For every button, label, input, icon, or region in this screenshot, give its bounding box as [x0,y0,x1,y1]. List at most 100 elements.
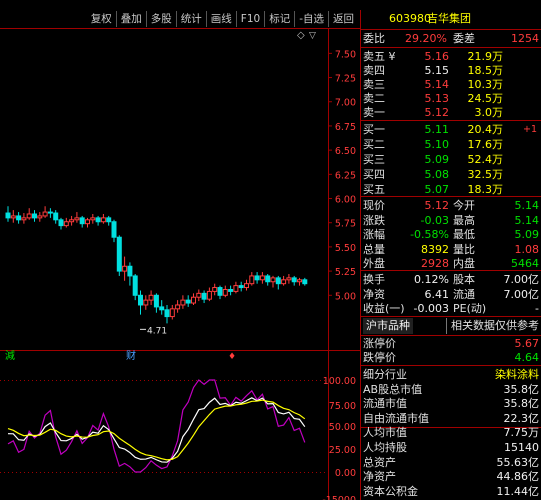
stat-label: 内盘 [453,257,475,270]
osc-axis-label: 100.00 [323,376,356,387]
stat-label: 外盘 [363,257,385,270]
osc-axis-label: 25.00 [329,445,356,456]
info-value: 35.8亿 [503,382,540,396]
buy-level-label: 买四 [363,168,385,181]
limit-value: 4.64 [514,351,540,364]
sell-row[interactable]: 卖二 5.13 24.5万 [361,92,541,106]
price-axis-label: 5.00 [335,291,356,302]
market-tab-row: 沪市品种 相关数据仅供参考 [361,318,541,334]
buy-level-label: 买五 [363,183,385,196]
info-label: 人均市值 [363,426,407,440]
sell-level-label: 卖四 [363,64,385,77]
toolbar-button[interactable]: 统计 [177,11,207,27]
limit-label: 涨停价 [363,337,396,350]
candle-body [259,275,265,281]
candle-body [37,215,43,219]
candle-body [106,217,112,223]
candle-body [222,288,228,296]
buy-volume: 20.4万 [467,123,504,136]
stat-value: 2928 [421,257,449,270]
stat-label: 换手 [363,273,385,286]
low-price-label: 4.71 [147,326,167,336]
sell-level-label: 卖二 [363,92,385,105]
tab-market[interactable]: 沪市品种 [363,318,413,334]
stock-name: 吉华集团 [427,12,471,25]
sell-row[interactable]: 卖一 5.12 3.0万 [361,106,541,120]
toolbar-button[interactable]: -自选 [295,11,329,27]
candle-body [32,213,37,219]
sell-row[interactable]: 卖三 5.14 10.3万 [361,78,541,92]
buy-volume: 18.3万 [467,183,504,196]
buy-volume: 17.6万 [467,138,504,151]
info-value: 染料涂料 [495,368,539,381]
stat-value: 5.12 [424,199,450,212]
buy-row[interactable]: 买三 5.09 52.4万 [361,153,541,167]
sell-level-label: 卖一 [363,106,385,119]
info-row: 自由流通市值 22.3亿 [361,412,541,426]
toolbar-button[interactable]: 画线 [207,11,237,27]
chart-toolbar: 复权 叠加 多股 统计 画线 F10 标记 -自选 返回 [0,10,360,28]
toolbar-button[interactable]: 多股 [147,11,177,27]
nav-down-icon: ▽ [309,31,316,41]
stat-value: 1.08 [514,242,540,256]
price-axis-label: 5.75 [335,219,356,230]
price-axis-label: 6.25 [335,170,356,181]
kline-chart[interactable]: ◇ ▽7.507.257.006.756.506.256.005.755.505.… [0,28,361,500]
toolbar-button[interactable]: 返回 [329,11,358,27]
buy-row[interactable]: 买一 5.11 20.4万 +1 [361,123,541,137]
stat-row: 现价 5.12 今开 5.14 [361,199,541,213]
candle-body [164,309,170,318]
candle-body [302,279,308,285]
candle-body [21,217,27,221]
stat-value: 7.00亿 [503,287,540,301]
price-axis-label: 5.50 [335,243,356,254]
candle-body [10,215,16,219]
candle-body [153,294,159,308]
sell-level-label: 卖五 ¥ [363,50,396,63]
info-value: 35.8亿 [503,397,540,411]
weibi-row: 委比 29.20% 委差 1254 [361,32,541,46]
stat-value: -0.03 [420,213,449,227]
stat-label: 最高 [453,213,475,227]
stat-label: 现价 [363,199,385,212]
buy-level-label: 买二 [363,138,385,151]
info-row: 人均市值 7.75万 [361,426,541,440]
osc-line-d [7,399,306,461]
candle-body [79,217,85,225]
sell-row[interactable]: 卖五 ¥ 5.16 21.9万 [361,50,541,64]
info-row: 细分行业 染料涂料 [361,368,541,382]
candle-body [16,215,22,221]
toolbar-button[interactable]: 标记 [265,11,296,27]
divider [361,316,541,317]
finance-marker: 财 [126,349,136,362]
candle-body [90,217,96,221]
buy-row[interactable]: 买四 5.08 32.5万 [361,168,541,182]
candle-body [233,285,239,292]
buy-level-label: 买三 [363,153,385,166]
info-value: 44.86亿 [496,470,540,484]
tab-note[interactable]: 相关数据仅供参考 [446,318,539,334]
toolbar-button[interactable]: 复权 [87,11,117,27]
toolbar-button[interactable]: F10 [237,11,266,27]
stat-value: -0.58% [410,228,449,241]
price-axis-label: 6.00 [335,195,356,206]
weicha-label: 委差 [453,32,475,45]
candle-body [143,299,149,306]
buy-row[interactable]: 买二 5.10 17.6万 [361,138,541,152]
buy-row[interactable]: 买五 5.07 18.3万 [361,183,541,197]
weibi-value: 29.20% [405,32,447,45]
stat-value: 8392 [421,242,449,256]
stat-label: PE(动) [453,302,487,315]
info-label: AB股总市值 [363,382,423,396]
sell-volume: 18.5万 [467,64,504,77]
stat-label: 最低 [453,228,475,241]
sell-price: 5.13 [424,92,450,105]
stat-row: 换手 0.12% 股本 7.00亿 [361,273,541,287]
stat-value: 5.14 [514,213,540,227]
toolbar-button[interactable]: 叠加 [117,11,147,27]
limit-value: 5.67 [514,337,540,350]
stat-label: 涨幅 [363,228,385,241]
event-marker: 減 [5,349,15,362]
sell-row[interactable]: 卖四 5.15 18.5万 [361,64,541,78]
info-row: 流通市值 35.8亿 [361,397,541,411]
